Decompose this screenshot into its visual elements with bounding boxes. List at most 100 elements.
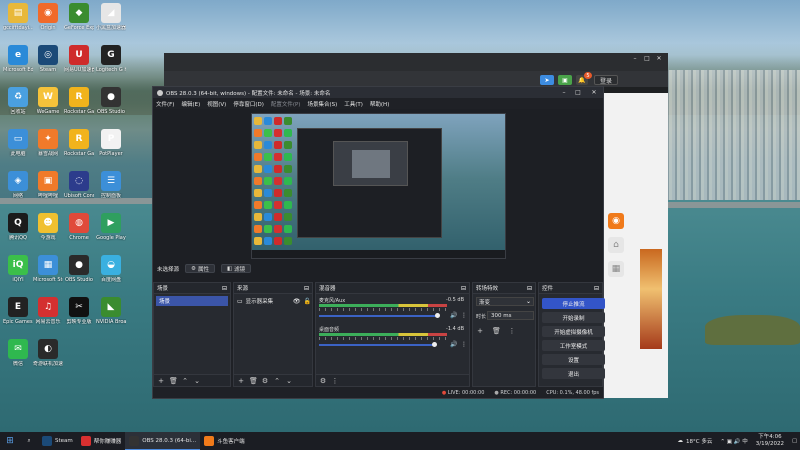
desktop-shortcut[interactable]: ♫ 网易云音乐 [33,297,63,325]
login-button[interactable]: 登录 [594,75,618,85]
desktop-shortcut[interactable]: R Rockstar Games [64,129,94,157]
exit-button[interactable]: 退出 [542,368,605,379]
desktop-shortcut[interactable]: ● OBS Studio [96,87,126,115]
eye-icon[interactable]: 👁 [293,298,301,305]
gear-icon[interactable]: ⚙ [261,377,269,385]
add-icon[interactable]: + [237,377,245,385]
mic-volume-slider[interactable] [319,315,437,317]
settings-button[interactable]: 设置 [542,354,605,365]
start-recording-button[interactable]: 开始录制 [542,312,605,323]
desktop-shortcut[interactable]: ✉ 微信 [3,339,33,367]
desktop-shortcut[interactable]: U 网易UU加速器 [64,45,94,73]
weather-widget[interactable]: ☁ 18°C 多云 [674,432,717,450]
desktop-shortcut[interactable]: Q 腾讯QQ [3,213,33,241]
close-icon[interactable]: ✕ [654,54,664,63]
filters-button[interactable]: ◧ 滤镜 [220,264,252,273]
trash-icon[interactable]: 🗑 [492,327,501,335]
transition-select[interactable]: 渐变 ⌄ [476,297,534,306]
taskbar-app[interactable]: 斗鱼客户端 [200,432,249,450]
desktop-volume-slider[interactable] [319,344,434,346]
arrow-down-icon[interactable]: ⌄ [285,377,293,385]
desktop-shortcut[interactable]: ◍ Chrome [64,213,94,241]
lock-icon[interactable]: 🔓 [304,298,311,305]
desktop-shortcut[interactable]: ◌ Ubisoft Connect [64,171,94,199]
speaker-icon[interactable]: 🔊 [450,312,457,319]
desktop-shortcut[interactable]: W WeGame [33,87,63,115]
desktop-shortcut[interactable]: ◎ Steam [33,45,63,73]
kebab-menu-icon[interactable]: ⋮ [508,327,516,335]
menu-item[interactable]: 视图(V) [207,100,226,108]
desktop-shortcut[interactable]: ✂ 剪映专业版 [64,297,94,325]
vip-icon[interactable]: ▣ [558,75,572,85]
settings-icon[interactable]: ⚙ [319,377,327,385]
kebab-menu-icon[interactable]: ⋮ [461,341,467,348]
menu-item[interactable]: 配置文件(P) [271,100,301,108]
desktop-shortcut[interactable]: ☰ 控制面板 [96,171,126,199]
studio-mode-button[interactable]: 工作室模式 [542,340,605,351]
desktop-shortcut[interactable]: ◣ NVIDIA Broadcast [96,297,126,325]
mic-volume-knob[interactable] [435,313,440,318]
scene-item[interactable]: 场景 [156,296,228,306]
menu-item[interactable]: 场景集合(S) [307,100,337,108]
desktop-shortcut[interactable]: ◈ 网络 [3,171,33,199]
notification-center-icon[interactable]: ▢ [788,432,800,450]
minimize-icon[interactable]: – [630,54,640,63]
menu-item[interactable]: 编辑(E) [181,100,200,108]
add-icon[interactable]: + [476,327,484,335]
menu-item[interactable]: 帮助(H) [370,100,389,108]
taskbar-app[interactable]: Steam [38,432,77,450]
desktop-shortcut[interactable]: ◐ 奇游联机加速器 [33,339,63,367]
desktop-shortcut[interactable]: ♻ 回收站 [3,87,33,115]
trash-icon[interactable]: 🗑 [169,377,178,385]
desktop-shortcut[interactable]: ◒ 百度网盘 [96,255,126,283]
obs-close-icon[interactable]: ✕ [589,88,599,97]
desktop-shortcut[interactable]: ● OBS Studio [64,255,94,283]
desktop-shortcut[interactable]: ▶ Google Play [96,213,126,241]
maximize-icon[interactable]: □ [642,54,652,63]
speaker-icon[interactable]: 🔊 [450,341,457,348]
desktop-shortcut[interactable]: iQ iQIYI [3,255,33,283]
record-icon[interactable]: ◉ [608,213,624,229]
desktop-shortcut[interactable]: e Microsoft Edge [3,45,33,73]
add-icon[interactable]: + [157,377,165,385]
start-virtual-camera-button[interactable]: 开始虚拟摄像机 [542,326,605,337]
kebab-menu-icon[interactable]: ⋮ [331,377,339,385]
arrow-up-icon[interactable]: ⌃ [273,377,281,385]
start-icon[interactable]: ⊞ [0,432,20,450]
arrow-up-icon[interactable]: ⌃ [181,377,189,385]
desktop-shortcut[interactable]: ▭ 此电脑 [3,129,33,157]
desktop-shortcut[interactable]: G Logitech G HUB [96,45,126,73]
dock-menu-icon[interactable]: ⊟ [527,285,532,292]
dock-menu-icon[interactable]: ⊟ [461,285,466,292]
stop-streaming-button[interactable]: 停止推流 [542,298,605,309]
desktop-shortcut[interactable]: ◆ GeForce Experience [64,3,94,31]
desktop-shortcut[interactable]: ▦ Microsoft Store [33,255,63,283]
desktop-shortcut[interactable]: E Epic Games Launcher [3,297,33,325]
arrow-down-icon[interactable]: ⌄ [193,377,201,385]
send-icon[interactable]: ➤ [540,75,554,85]
tray-icons[interactable]: ⌃ ▣ 🔊 中 [716,432,751,450]
taskbar-app[interactable]: OBS 28.0.3 (64-bi... [125,432,201,450]
desktop-shortcut[interactable]: ▤ gccifftdayi... [3,3,33,31]
dock-menu-icon[interactable]: ⊟ [222,285,227,292]
desktop-shortcut[interactable]: P PotPlayer [96,129,126,157]
properties-button[interactable]: ⚙ 属性 [185,264,215,273]
desktop-shortcut[interactable]: ▣ 哔哩哔哩 [33,171,63,199]
desktop-shortcut[interactable]: ◢ 小黑盒加速器 [96,3,126,31]
obs-preview-canvas[interactable] [251,113,506,259]
obs-maximize-icon[interactable]: □ [573,88,583,97]
duration-input[interactable]: 300 ms [487,311,534,320]
desktop-shortcut[interactable]: ☻ 今游戏 [33,213,63,241]
game-banner-image[interactable] [640,249,662,349]
menu-item[interactable]: 文件(F) [156,100,174,108]
desktop-volume-knob[interactable] [432,342,437,347]
menu-item[interactable]: 工具(T) [344,100,363,108]
home-icon[interactable]: ⌂ [608,237,624,253]
clock[interactable]: 下午4:06 3/19/2022 [752,432,788,450]
menu-item[interactable]: 停靠窗口(D) [233,100,264,108]
trash-icon[interactable]: 🗑 [249,377,258,385]
qr-icon[interactable]: ▦ [608,261,624,277]
kebab-menu-icon[interactable]: ⋮ [461,312,467,319]
source-item[interactable]: ▭ 显示器采集 👁 🔓 [237,296,311,306]
desktop-shortcut[interactable]: R Rockstar Games [64,87,94,115]
